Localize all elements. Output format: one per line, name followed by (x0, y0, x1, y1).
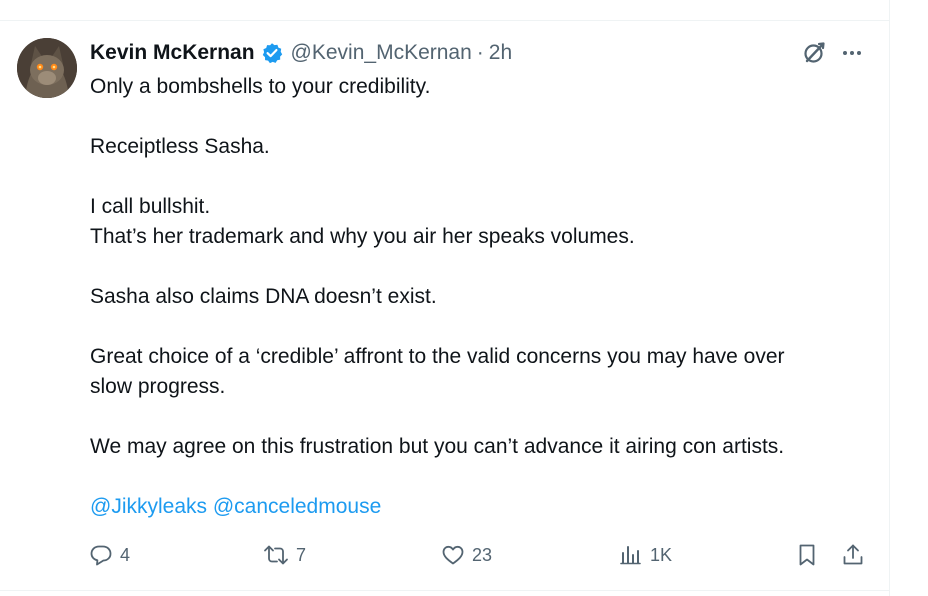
tweet-actions: 4 7 23 1K (88, 538, 878, 572)
divider (0, 20, 890, 21)
grok-button[interactable] (798, 38, 830, 68)
text-line: Sasha also claims DNA doesn’t exist. (90, 285, 437, 308)
tweet-paragraph: Great choice of a ‘credible’ affront to … (90, 342, 870, 402)
mention-link[interactable]: @canceledmouse (213, 495, 381, 518)
text-line: I call bullshit. (90, 195, 211, 218)
cat-avatar-icon (17, 38, 77, 98)
separator: · (476, 41, 484, 64)
like-button[interactable]: 23 (440, 538, 492, 572)
text-line: slow progress. (90, 375, 226, 398)
more-button[interactable] (836, 38, 868, 68)
text-line: Great choice of a ‘credible’ affront to … (90, 345, 785, 368)
author-handle[interactable]: @Kevin_McKernan (291, 41, 472, 65)
heart-icon (442, 545, 464, 565)
views-button[interactable]: 1K (618, 538, 672, 572)
tweet-paragraph: We may agree on this frustration but you… (90, 432, 870, 462)
like-count: 23 (472, 544, 493, 565)
tweet-paragraph: Sasha also claims DNA doesn’t exist. (90, 282, 870, 312)
bookmark-icon (799, 544, 815, 566)
verified-badge-icon[interactable] (261, 42, 283, 64)
share-button[interactable] (840, 538, 866, 572)
text-line: We may agree on this frustration but you… (90, 435, 785, 458)
text-line: Receiptless Sasha. (90, 135, 270, 158)
tweet-header: Kevin McKernan @Kevin_McKernan · 2h (90, 38, 512, 68)
avatar[interactable] (17, 38, 77, 98)
reply-button[interactable]: 4 (88, 538, 130, 572)
share-icon (843, 544, 863, 565)
tweet-paragraph: I call bullshit. That’s her trademark an… (90, 192, 870, 252)
author-name[interactable]: Kevin McKernan (90, 41, 255, 65)
tweet-header-actions (798, 38, 868, 68)
repost-count: 7 (296, 544, 307, 565)
tweet-text: Only a bombshells to your credibility. R… (90, 72, 870, 522)
grok-icon (804, 42, 825, 63)
timestamp[interactable]: 2h (489, 41, 512, 65)
divider (0, 590, 890, 591)
mention-link[interactable]: @Jikkyleaks (90, 495, 207, 518)
bookmark-button[interactable] (794, 538, 820, 572)
reply-icon (90, 545, 112, 566)
text-line: That’s her trademark and why you air her… (90, 225, 635, 248)
views-count: 1K (650, 544, 673, 565)
reply-count: 4 (120, 544, 131, 565)
tweet-paragraph: Only a bombshells to your credibility. (90, 72, 870, 102)
tweet-paragraph: Receiptless Sasha. (90, 132, 870, 162)
repost-icon (264, 545, 288, 565)
page: Kevin McKernan @Kevin_McKernan · 2h Only… (0, 0, 928, 596)
more-icon (843, 51, 861, 55)
repost-button[interactable]: 7 (262, 538, 306, 572)
views-icon (620, 546, 641, 565)
mentions: @Jikkyleaks @canceledmouse (90, 492, 870, 522)
text-line: Only a bombshells to your credibility. (90, 75, 431, 98)
timeline-column: Kevin McKernan @Kevin_McKernan · 2h Only… (0, 0, 890, 596)
